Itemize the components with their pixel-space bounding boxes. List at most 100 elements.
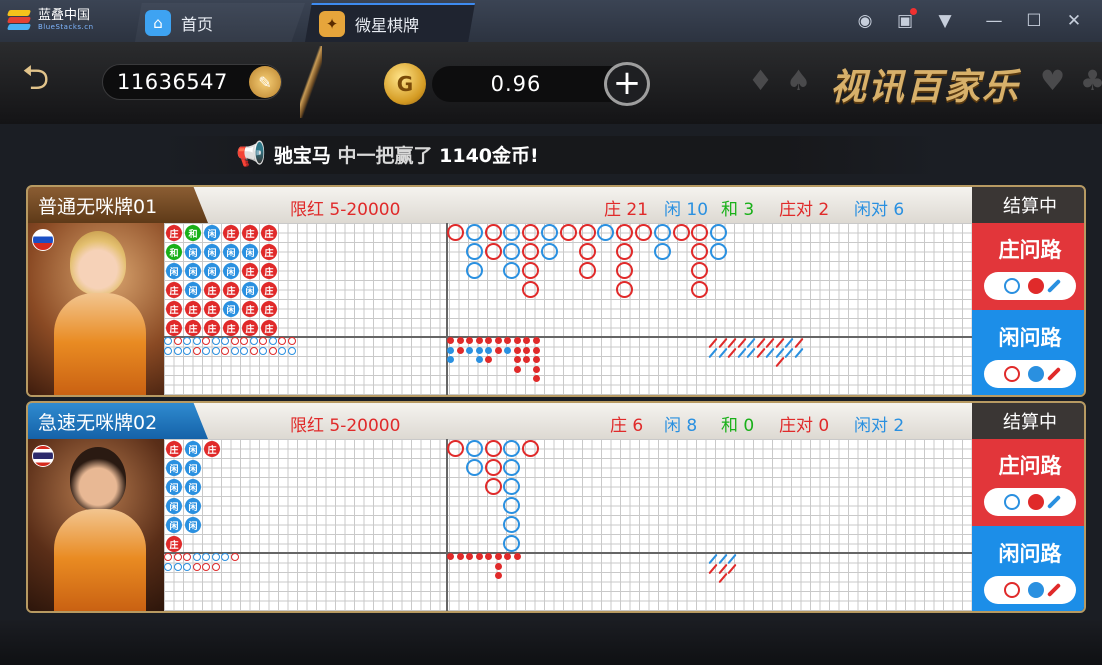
gift-icon[interactable]: ▣ [893, 8, 917, 32]
cockroach-indicator [1046, 366, 1062, 381]
player-road-button[interactable]: 闲问路 [972, 310, 1084, 395]
add-coins-button[interactable]: + [604, 62, 650, 106]
small-road-marker [494, 346, 502, 354]
close-icon[interactable]: ✕ [1062, 10, 1086, 32]
grid-divider-v [446, 223, 448, 395]
big-eye-marker [240, 337, 248, 345]
big-road-marker [484, 224, 502, 241]
big-eye-indicator [1004, 581, 1020, 598]
cockroach-marker [755, 337, 766, 349]
big-eye-marker [192, 553, 201, 561]
big-road-marker [503, 243, 521, 260]
table-panel-1[interactable]: 普通无咪牌01 限红 5-20000 庄 21 闲 10 和 3 庄对 2 闲对… [26, 185, 1086, 397]
bead-road-marker: 闲 [185, 263, 201, 279]
account-icon[interactable]: ◉ [853, 10, 877, 32]
small-road-marker [447, 553, 454, 560]
banker-road-button[interactable]: 庄问路 [972, 439, 1084, 526]
banker-road-button[interactable]: 庄问路 [972, 223, 1084, 310]
table-panel-2[interactable]: 急速无咪牌02 限红 5-20000 庄 6 闲 8 和 0 庄对 0 闲对 2… [26, 401, 1086, 613]
banker-pair-count: 庄对 0 [779, 416, 830, 436]
player-road-button[interactable]: 闲问路 [972, 526, 1084, 611]
small-road-marker [494, 337, 502, 344]
cockroach-marker [736, 337, 747, 349]
table-status: 结算中 [972, 403, 1084, 439]
bead-road-marker: 闲 [185, 517, 201, 533]
big-eye-marker [183, 553, 191, 561]
tie-count: 和 0 [721, 416, 755, 436]
big-eye-marker [287, 337, 296, 345]
grid-divider-v [446, 439, 448, 611]
small-road-marker [523, 356, 530, 363]
maximize-icon[interactable]: ☐ [1022, 10, 1046, 32]
player-road-label: 闲问路 [998, 541, 1062, 566]
bottom-bar [0, 620, 1102, 665]
banker-road-label: 庄问路 [998, 237, 1062, 262]
cockroach-marker [774, 356, 785, 368]
pencil-icon: ✎ [258, 72, 272, 92]
big-eye-marker [268, 346, 277, 355]
small-road-marker [513, 337, 521, 344]
big-eye-marker [230, 346, 239, 355]
back-button[interactable]: ⮌ [22, 58, 84, 98]
cockroach-marker [727, 347, 737, 358]
cockroach-marker [727, 553, 737, 565]
cockroach-marker [793, 347, 804, 358]
bead-road-marker: 庄 [185, 320, 201, 336]
cockroach-marker [765, 347, 775, 358]
bead-road-marker: 闲 [166, 263, 182, 279]
small-road-marker [513, 365, 521, 373]
small-road-marker [456, 346, 464, 354]
tab-game[interactable]: ✦ 微星棋牌 [305, 3, 475, 42]
big-road-marker [691, 262, 709, 279]
notice-amount: 1140金币 [439, 144, 531, 167]
player-road-label: 闲问路 [998, 325, 1062, 350]
cockroach-marker [708, 337, 718, 349]
bead-road-marker: 庄 [261, 282, 277, 298]
player-count: 闲 10 [664, 200, 709, 220]
big-eye-marker [249, 337, 258, 345]
bead-road-marker: 庄 [204, 282, 220, 298]
big-eye-marker [202, 346, 210, 355]
big-eye-marker [287, 346, 296, 355]
russia-flag-icon [32, 229, 54, 251]
bead-road-marker: 闲 [185, 479, 201, 495]
megaphone-icon: 📢 [236, 140, 266, 168]
big-road-marker [465, 243, 483, 260]
bead-road-marker: 闲 [204, 225, 220, 241]
player-road-preview [984, 575, 1076, 604]
small-road-marker [447, 356, 454, 363]
big-eye-marker [259, 337, 267, 345]
table-name: 急速无咪牌02 [28, 403, 208, 439]
small-road-marker [504, 337, 511, 344]
table-limit: 限红 5-20000 [290, 200, 401, 220]
club-suit-icon: ♣ [1080, 64, 1102, 97]
minimize-icon[interactable]: — [982, 10, 1006, 32]
banker-road-preview [984, 271, 1076, 300]
edit-button[interactable]: ✎ [249, 66, 281, 98]
bead-road-marker: 闲 [166, 479, 182, 495]
cockroach-marker [717, 347, 728, 358]
small-road-marker [532, 337, 540, 344]
bead-road-marker: 庄 [166, 441, 182, 457]
bead-road-marker: 闲 [204, 244, 220, 260]
bead-road-marker: 庄 [204, 320, 220, 336]
big-road-marker [447, 224, 464, 241]
cockroach-marker [784, 337, 794, 349]
cockroach-indicator [1046, 582, 1062, 597]
tab-home-label: 首页 [181, 14, 214, 34]
menu-down-icon[interactable]: ▼ [933, 10, 957, 32]
small-road-marker [504, 553, 511, 560]
bead-road-marker: 庄 [223, 320, 239, 336]
small-road-indicator [1028, 581, 1044, 598]
cockroach-marker [708, 553, 718, 565]
cockroach-marker [746, 337, 756, 349]
heart-suit-icon: ♥ [1040, 64, 1066, 97]
cockroach-marker [717, 337, 728, 349]
big-eye-marker [183, 562, 191, 571]
notice-prefix: 驰宝马 [273, 144, 331, 167]
bluestacks-icon [6, 8, 32, 32]
big-road-marker [503, 459, 521, 476]
small-road-marker [494, 562, 502, 570]
back-arrow-icon: ⮌ [22, 58, 50, 98]
tab-home[interactable]: ⌂ 首页 [135, 3, 305, 42]
